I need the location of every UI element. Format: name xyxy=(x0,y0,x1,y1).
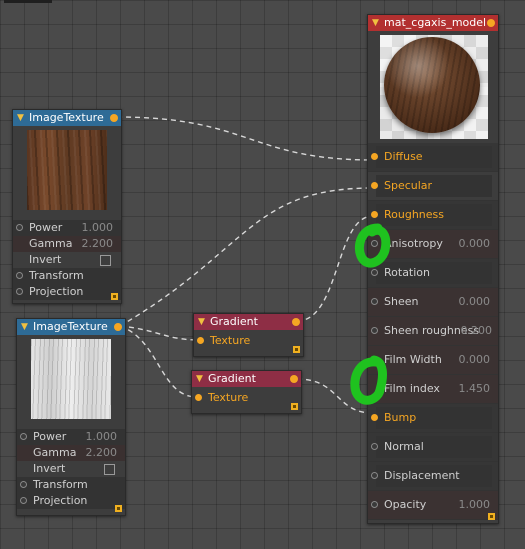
annotation-layer xyxy=(350,223,391,405)
annotation-circle-roughness xyxy=(354,223,391,268)
annotation-circle-film-index xyxy=(350,355,387,405)
